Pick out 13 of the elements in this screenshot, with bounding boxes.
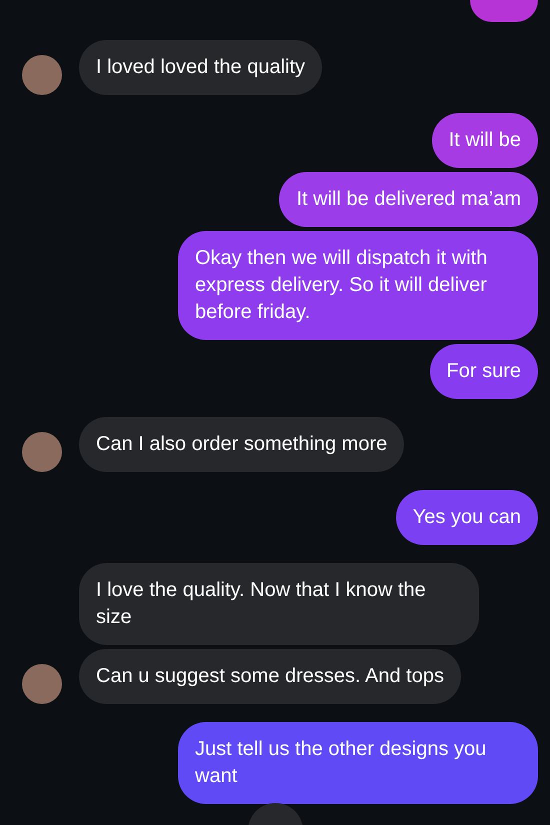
sent-message: For sure bbox=[430, 344, 538, 399]
avatar[interactable] bbox=[22, 432, 62, 472]
avatar[interactable] bbox=[22, 55, 62, 95]
sent-message: Okay then we will dispatch it with express delivery. So it will deliver before friday. bbox=[178, 231, 538, 340]
sent-message: Yes you can bbox=[396, 490, 538, 545]
sent-message: It will be delivered ma’am bbox=[279, 172, 538, 227]
sent-message: It will be bbox=[432, 113, 538, 168]
received-message: Can I also order something more bbox=[79, 417, 404, 472]
sent-message: Just tell us the other designs you want bbox=[178, 722, 538, 804]
received-message: I loved loved the quality bbox=[79, 40, 322, 95]
avatar[interactable] bbox=[22, 664, 62, 704]
received-message: Can u suggest some dresses. And tops bbox=[79, 649, 461, 704]
received-message: I love the quality. Now that I know the size bbox=[79, 563, 479, 645]
